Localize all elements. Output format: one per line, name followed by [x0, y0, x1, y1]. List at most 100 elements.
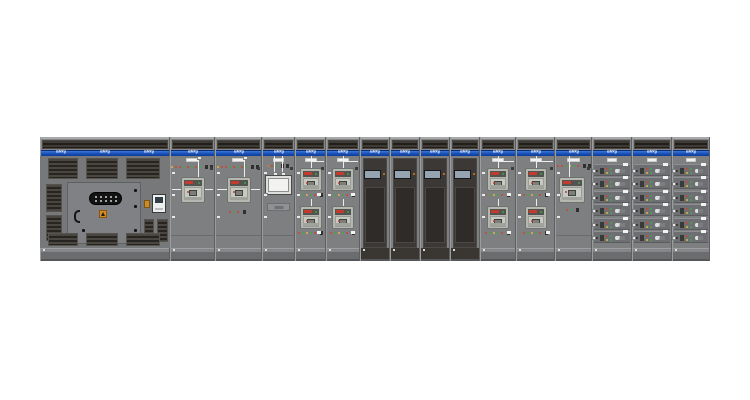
breaker-indicator	[540, 173, 542, 175]
pilot-light	[175, 166, 177, 168]
unit-breaker-switch[interactable]	[600, 235, 604, 241]
unit-breaker-switch[interactable]	[680, 181, 684, 187]
door-latch[interactable]	[550, 167, 553, 170]
wireway-terminal	[171, 171, 176, 175]
fuse-switch-handle[interactable]	[655, 196, 665, 200]
fuse-switch-handle[interactable]	[615, 236, 625, 240]
unit-breaker-switch[interactable]	[640, 235, 644, 241]
control-switch[interactable]	[583, 164, 586, 168]
fuse-switch-handle[interactable]	[695, 182, 703, 186]
unit-breaker-switch[interactable]	[680, 168, 684, 174]
fuse-switch-handle[interactable]	[695, 223, 703, 227]
roof-vent-grille	[264, 140, 293, 149]
drawout-circuit-breaker[interactable]	[525, 206, 547, 229]
pilot-light	[646, 168, 648, 170]
panel-meter[interactable]	[152, 194, 166, 213]
fuse-switch-handle[interactable]	[615, 182, 625, 186]
handle-end	[698, 209, 703, 213]
unit-breaker-switch[interactable]	[640, 168, 644, 174]
unit-breaker-switch[interactable]	[680, 195, 684, 201]
unit-breaker-switch[interactable]	[640, 195, 644, 201]
transfer-controller-device[interactable]	[265, 175, 292, 195]
control-switch[interactable]	[576, 208, 579, 212]
unit-label	[701, 190, 706, 193]
handle-end	[660, 169, 665, 173]
drawout-circuit-breaker[interactable]	[487, 168, 509, 191]
row-terminal	[632, 236, 636, 240]
control-switch[interactable]	[243, 210, 246, 214]
fuse-switch-handle[interactable]	[615, 169, 625, 173]
fuse-switch-handle[interactable]	[615, 223, 625, 227]
door-latch[interactable]	[587, 167, 590, 170]
unit-breaker-switch[interactable]	[640, 222, 644, 228]
drawout-circuit-breaker[interactable]	[487, 206, 509, 229]
roof-vent-grille	[217, 140, 260, 149]
pilot-light	[650, 195, 652, 197]
door-handle[interactable]	[74, 210, 80, 223]
pilot-light	[561, 165, 563, 167]
door-latch[interactable]	[321, 167, 324, 170]
unit-breaker-switch[interactable]	[600, 222, 604, 228]
drawout-circuit-breaker[interactable]	[559, 177, 585, 203]
fuse-switch-handle[interactable]	[695, 236, 703, 240]
hmi-screen[interactable]	[394, 170, 411, 179]
breaker-status-light	[531, 220, 533, 222]
unit-label	[623, 203, 628, 206]
unit-breaker-switch[interactable]	[680, 208, 684, 214]
unit-breaker-switch[interactable]	[600, 208, 604, 214]
drawout-circuit-breaker[interactable]	[181, 177, 205, 203]
wireway-terminal	[481, 171, 486, 175]
fuse-switch-handle[interactable]	[695, 196, 703, 200]
door-latch[interactable]	[257, 167, 260, 170]
fuse-switch-handle[interactable]	[695, 169, 703, 173]
pilot-light	[241, 166, 243, 168]
drawout-circuit-breaker[interactable]	[332, 168, 354, 191]
unit-breaker-switch[interactable]	[640, 181, 644, 187]
drawout-circuit-breaker[interactable]	[525, 168, 547, 191]
drawout-circuit-breaker[interactable]	[227, 177, 251, 203]
control-switch[interactable]	[251, 165, 254, 169]
door-latch[interactable]	[511, 167, 514, 170]
fuse-switch-handle[interactable]	[655, 223, 665, 227]
hmi-screen[interactable]	[364, 170, 381, 179]
fuse-switch-handle[interactable]	[655, 209, 665, 213]
unit-breaker-switch[interactable]	[600, 168, 604, 174]
pilot-light	[646, 185, 648, 187]
controller-display	[268, 178, 289, 192]
door-latch[interactable]	[290, 167, 293, 170]
unit-breaker-switch[interactable]	[640, 208, 644, 214]
drawout-circuit-breaker[interactable]	[332, 206, 354, 229]
handle-end	[698, 169, 703, 173]
fuse-switch-handle[interactable]	[655, 182, 665, 186]
fuse-switch-handle[interactable]	[655, 169, 665, 173]
fuse-switch-handle[interactable]	[695, 209, 703, 213]
hmi-screen[interactable]	[454, 170, 471, 179]
breaker-indicator	[347, 173, 349, 175]
control-switch[interactable]	[205, 165, 208, 169]
pilot-light	[342, 232, 344, 234]
unit-breaker-switch[interactable]	[600, 195, 604, 201]
fuse-switch-handle[interactable]	[615, 209, 625, 213]
fuse-switch-handle[interactable]	[655, 236, 665, 240]
unit-pin	[636, 183, 638, 185]
unit-breaker-switch[interactable]	[680, 222, 684, 228]
handle-end	[620, 209, 625, 213]
unit-breaker-switch[interactable]	[680, 235, 684, 241]
breaker-operating-mechanism[interactable]	[189, 190, 197, 196]
control-switch[interactable]	[286, 164, 289, 168]
hmi-screen[interactable]	[424, 170, 441, 179]
unit-label	[663, 176, 668, 179]
wireway-terminal	[327, 215, 332, 219]
fuse-switch-handle[interactable]	[615, 196, 625, 200]
unit-breaker-switch[interactable]	[600, 181, 604, 187]
row-terminal	[592, 196, 596, 200]
drawout-circuit-breaker[interactable]	[300, 206, 322, 229]
breaker-operating-mechanism[interactable]	[235, 190, 243, 196]
feeder-unit-row	[594, 164, 630, 176]
door-latch[interactable]	[210, 167, 213, 170]
drawout-circuit-breaker[interactable]	[300, 168, 322, 191]
inner-dark-panel	[425, 187, 445, 243]
section-breaker-cubicle-6: EMXg	[516, 137, 555, 261]
door-latch[interactable]	[355, 167, 358, 170]
breaker-operating-mechanism[interactable]	[568, 190, 576, 196]
